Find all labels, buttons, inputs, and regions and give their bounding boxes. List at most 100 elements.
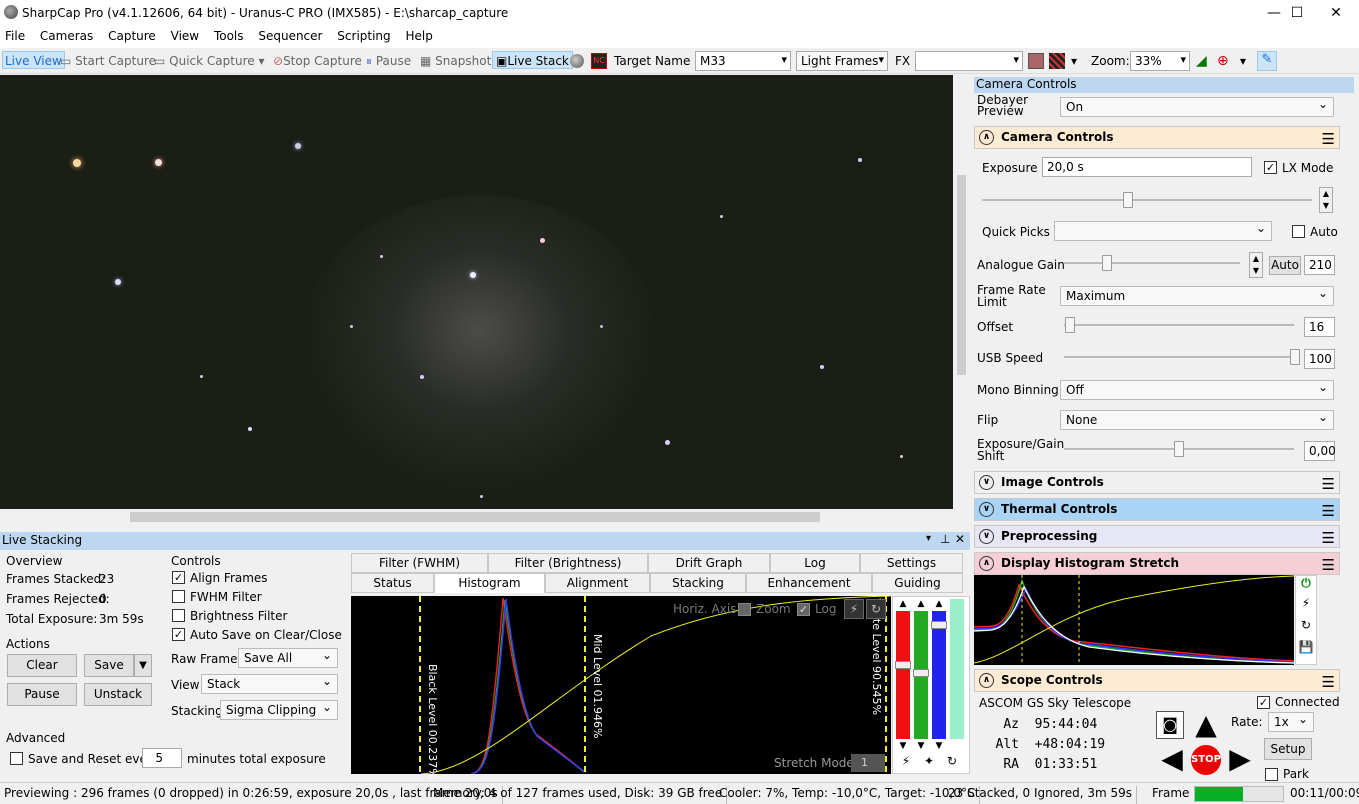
exposure-stepper[interactable]: ▲ ▼ [1319, 187, 1333, 213]
lightning-icon[interactable]: ⚡ [844, 599, 864, 619]
usb-speed-input[interactable]: 100 [1304, 349, 1335, 369]
arrow-up-icon[interactable]: ▲ [896, 599, 910, 609]
save-reset-checkbox[interactable] [10, 752, 23, 765]
view-select[interactable]: Stack [201, 674, 338, 694]
lightning-icon[interactable]: ⚡ [1296, 596, 1316, 618]
pause-button[interactable]: ⏸ Pause [366, 52, 411, 70]
menu-icon[interactable]: ☰ [1322, 672, 1335, 693]
brightness-filter-checkbox[interactable] [172, 609, 185, 622]
setup-button[interactable]: Setup [1264, 738, 1312, 760]
image-viewer[interactable] [0, 75, 953, 509]
usb-slider-thumb[interactable] [1290, 349, 1300, 365]
tab-enhancement[interactable]: Enhancement [746, 573, 872, 593]
moon-icon[interactable] [570, 54, 584, 68]
blue-thumb[interactable] [931, 621, 947, 629]
red-thumb[interactable] [895, 661, 911, 669]
arrow-down-icon[interactable]: ▼ [896, 741, 910, 751]
noise-icon[interactable]: NC [591, 53, 607, 69]
offset-input[interactable]: 16 [1304, 317, 1335, 337]
live-view-button[interactable]: Live View [2, 51, 65, 69]
connected-checkbox[interactable]: ✓ [1257, 696, 1270, 709]
histogram-icon[interactable]: ◢ [1196, 52, 1207, 70]
scroll-thumb[interactable] [130, 512, 820, 522]
green-thumb[interactable] [913, 669, 929, 677]
mono-binning-select[interactable]: Off [1060, 380, 1334, 400]
guiding-icon[interactable]: ✎ [1257, 51, 1277, 71]
north-arrow-icon[interactable]: ▲ [1190, 709, 1222, 741]
reticle-icon[interactable] [1028, 53, 1044, 69]
menu-icon[interactable]: ☰ [1322, 474, 1335, 495]
tab-log[interactable]: Log [770, 553, 860, 573]
camera-controls-section[interactable]: ∧ Camera Controls ☰ [974, 126, 1340, 149]
focus-dropdown-icon[interactable]: ▾ [1240, 52, 1246, 70]
rate-select[interactable]: 1x [1268, 712, 1314, 732]
tab-filter-brightness[interactable]: Filter (Brightness) [488, 553, 648, 573]
arrow-up-icon[interactable]: ▲ [932, 599, 946, 609]
start-capture-button[interactable]: ▭ Start Capture [60, 52, 156, 70]
menu-icon[interactable]: ☰ [1322, 555, 1335, 576]
snapshot-button[interactable]: ▦ Snapshot [420, 52, 491, 70]
fx-select[interactable] [915, 51, 1023, 71]
west-arrow-icon[interactable]: ◀ [1156, 743, 1188, 775]
menu-tools[interactable]: Tools [209, 26, 250, 43]
spiral-search-icon[interactable]: ◙ [1156, 711, 1184, 739]
tab-histogram[interactable]: Histogram [434, 573, 545, 593]
arrow-down-icon[interactable]: ▼ [914, 741, 928, 751]
tab-drift-graph[interactable]: Drift Graph [648, 553, 770, 573]
tab-stacking[interactable]: Stacking [650, 573, 746, 593]
stretch-mode-input[interactable]: 1 [851, 754, 885, 772]
quick-capture-button[interactable]: ▭ Quick Capture ▾ [154, 52, 264, 70]
tab-guiding[interactable]: Guiding [872, 573, 963, 593]
close-icon[interactable]: ✕ [1313, 0, 1359, 26]
save-dropdown-icon[interactable]: ▼ [134, 654, 152, 677]
fwhm-filter-checkbox[interactable] [172, 590, 185, 603]
menu-capture[interactable]: Capture [103, 26, 162, 43]
menu-icon[interactable]: ☰ [1322, 129, 1335, 150]
align-frames-checkbox[interactable]: ✓ [172, 571, 185, 584]
save-reset-minutes-input[interactable]: 5 [142, 748, 182, 768]
tab-status[interactable]: Status [351, 573, 434, 593]
gain-auto-button[interactable]: Auto [1269, 256, 1301, 275]
green-channel-slider[interactable] [913, 611, 929, 739]
blue-channel-slider[interactable] [931, 611, 947, 739]
close-panel-icon[interactable]: ✕ [955, 532, 965, 546]
thermal-controls-section[interactable]: ∨ Thermal Controls ☰ [974, 498, 1340, 521]
exposure-input[interactable]: 20,0 s [1042, 157, 1252, 177]
egs-input[interactable]: 0,00 [1304, 441, 1336, 461]
menu-view[interactable]: View [166, 26, 205, 43]
display-histogram-stretch-section[interactable]: ∧ Display Histogram Stretch ☰ [974, 552, 1340, 575]
menu-file[interactable]: File [0, 26, 31, 43]
gain-input[interactable]: 210 [1304, 255, 1335, 275]
lum-channel-slider[interactable] [950, 599, 964, 739]
zoom-select[interactable]: 33% [1130, 51, 1190, 71]
arrow-down-icon[interactable]: ▼ [932, 741, 946, 751]
menu-scripting[interactable]: Scripting [332, 26, 396, 43]
pause-stack-button[interactable]: Pause [7, 683, 77, 706]
reset-icon[interactable]: ↻ [942, 754, 962, 772]
menu-cameras[interactable]: Cameras [35, 26, 99, 43]
live-stack-button[interactable]: ▣Live Stack [492, 51, 573, 69]
park-checkbox[interactable] [1265, 768, 1278, 781]
lightning-icon[interactable]: ⚡ [896, 754, 916, 772]
debayer-preview-select[interactable]: On [1060, 97, 1334, 117]
dropdown-icon[interactable]: ▾ [926, 533, 931, 544]
arrow-up-icon[interactable]: ▲ [914, 599, 928, 609]
clear-button[interactable]: Clear [7, 654, 77, 677]
tab-alignment[interactable]: Alignment [545, 573, 650, 593]
viewer-horizontal-scrollbar[interactable] [0, 509, 953, 525]
menu-icon[interactable]: ☰ [1322, 501, 1335, 522]
gain-slider-thumb[interactable] [1102, 255, 1112, 271]
flip-select[interactable]: None [1060, 410, 1334, 430]
stop-capture-button[interactable]: ⊘Stop Capture [273, 52, 362, 70]
stop-slew-button[interactable]: STOP [1191, 745, 1221, 775]
menu-help[interactable]: Help [401, 26, 439, 43]
exposure-slider-thumb[interactable] [1123, 192, 1133, 208]
preprocessing-section[interactable]: ∨ Preprocessing ☰ [974, 525, 1340, 548]
red-channel-slider[interactable] [895, 611, 911, 739]
east-arrow-icon[interactable]: ▶ [1224, 743, 1256, 775]
gain-stepper[interactable]: ▲ ▼ [1249, 252, 1263, 278]
reset-icon[interactable]: ↻ [866, 599, 886, 619]
auto-save-checkbox[interactable]: ✓ [172, 628, 185, 641]
tab-filter-fwhm[interactable]: Filter (FWHM) [351, 553, 488, 573]
egs-slider-thumb[interactable] [1174, 441, 1184, 457]
